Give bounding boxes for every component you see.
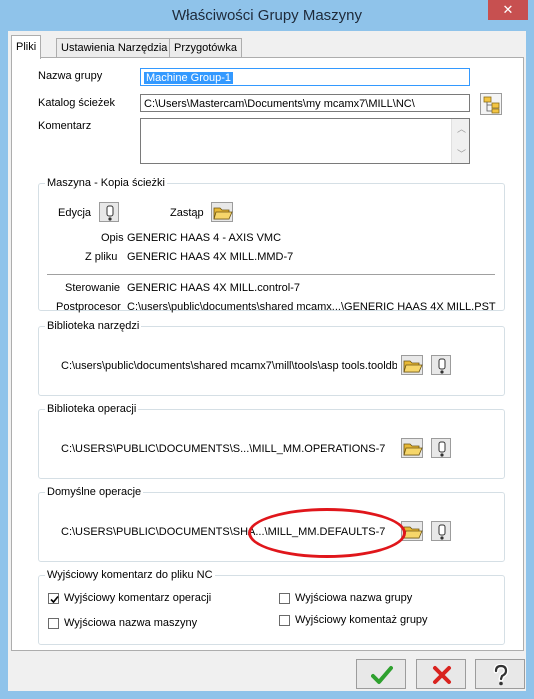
exclamation-icon <box>106 205 114 221</box>
source-file-label: Z pliku <box>85 251 118 263</box>
tab-panel-pliki: Nazwa grupy Machine Group-1 Katalog ście… <box>11 57 524 651</box>
tool-library-path: C:\users\public\documents\shared mcamx7\… <box>61 360 397 372</box>
tool-library-browse-button[interactable] <box>401 355 423 375</box>
output-group-comment-checkbox[interactable] <box>279 615 290 626</box>
annotation-ellipse <box>248 508 406 558</box>
ok-icon <box>371 666 393 684</box>
ops-library-edit-button[interactable] <box>431 438 451 458</box>
ok-button[interactable] <box>356 659 406 689</box>
output-group-comment-label[interactable]: Wyjściowy komentaż grupy <box>295 614 428 626</box>
machine-group-title: Maszyna - Kopia ścieżki <box>45 177 167 189</box>
post-value: C:\users\public\documents\shared mcamx..… <box>127 301 496 313</box>
machine-separator <box>47 274 495 275</box>
edit-machine-button[interactable] <box>99 202 119 222</box>
edit-label: Edycja <box>58 207 92 219</box>
tab-przygotowka[interactable]: Przygotówka <box>169 38 242 58</box>
close-button[interactable]: ✕ <box>488 0 528 20</box>
control-value: GENERIC HAAS 4X MILL.control-7 <box>127 282 301 294</box>
exclamation-icon <box>438 358 446 374</box>
ops-library-browse-button[interactable] <box>401 438 423 458</box>
replace-label: Zastąp <box>170 207 204 219</box>
group-name-field[interactable]: Machine Group-1 <box>140 68 470 86</box>
comment-scrollbar[interactable]: ︿ ﹀ <box>451 119 469 163</box>
default-ops-title: Domyślne operacje <box>45 486 144 498</box>
cancel-icon <box>433 666 451 684</box>
output-op-comment-label[interactable]: Wyjściowy komentarz operacji <box>64 592 211 604</box>
title-bar: Właściwości Grupy Maszyny ✕ <box>0 0 534 30</box>
help-button[interactable] <box>475 659 525 689</box>
tool-library-title: Biblioteka narzędzi <box>45 320 142 332</box>
cancel-button[interactable] <box>416 659 466 689</box>
tool-library-edit-button[interactable] <box>431 355 451 375</box>
nc-comment-title: Wyjściowy komentarz do pliku NC <box>45 569 215 581</box>
check-icon <box>50 595 59 604</box>
output-op-comment-checkbox[interactable] <box>48 593 59 604</box>
group-name-label: Nazwa grupy <box>38 70 103 82</box>
nc-comment-group: Wyjściowy komentarz do pliku NC Wyjściow… <box>38 569 505 645</box>
path-field[interactable]: C:\Users\Mastercam\Documents\my mcamx7\M… <box>140 94 470 112</box>
open-folder-icon <box>213 207 233 220</box>
description-label: Opis <box>101 232 124 244</box>
dialog-body: Pliki Ustawienia Narzędzia Przygotówka N… <box>8 31 526 691</box>
comment-label: Komentarz <box>38 120 92 132</box>
ops-library-title: Biblioteka operacji <box>45 403 139 415</box>
tab-pliki[interactable]: Pliki <box>11 35 42 59</box>
default-ops-edit-button[interactable] <box>431 521 451 541</box>
output-machine-name-label[interactable]: Wyjściowa nazwa maszyny <box>64 617 197 629</box>
open-folder-icon <box>403 443 423 456</box>
help-icon <box>493 664 509 686</box>
open-folder-icon <box>403 360 423 373</box>
scroll-down-icon: ﹀ <box>457 149 467 159</box>
path-label: Katalog ścieżek <box>38 97 116 109</box>
tool-library-group: Biblioteka narzędzi C:\users\public\docu… <box>38 320 505 396</box>
replace-machine-button[interactable] <box>211 202 233 222</box>
ops-library-path: C:\USERS\PUBLIC\DOCUMENTS\S...\MILL_MM.O… <box>61 443 386 455</box>
machine-group: Maszyna - Kopia ścieżki Edycja Zastąp Op… <box>38 177 505 313</box>
output-machine-name-checkbox[interactable] <box>48 618 59 629</box>
description-value: GENERIC HAAS 4 - AXIS VMC <box>127 232 282 244</box>
output-group-name-label[interactable]: Wyjściowa nazwa grupy <box>295 592 412 604</box>
scroll-up-icon: ︿ <box>457 124 467 134</box>
output-group-name-checkbox[interactable] <box>279 593 290 604</box>
ops-library-group: Biblioteka operacji C:\USERS\PUBLIC\DOCU… <box>38 403 505 479</box>
source-file-value: GENERIC HAAS 4X MILL.MMD-7 <box>127 251 294 263</box>
tab-ustawienia-narzedzia[interactable]: Ustawienia Narzędzia <box>56 38 173 58</box>
exclamation-icon <box>438 441 446 457</box>
folder-tree-icon <box>483 96 500 114</box>
control-label: Sterowanie <box>65 282 121 294</box>
group-name-value: Machine Group-1 <box>144 72 233 84</box>
exclamation-icon <box>438 524 446 540</box>
browse-path-button[interactable] <box>480 93 502 115</box>
comment-field[interactable]: ︿ ﹀ <box>140 118 470 164</box>
open-folder-icon <box>403 526 423 539</box>
window-title: Właściwości Grupy Maszyny <box>171 7 363 24</box>
post-label: Postprocesor <box>56 301 121 313</box>
